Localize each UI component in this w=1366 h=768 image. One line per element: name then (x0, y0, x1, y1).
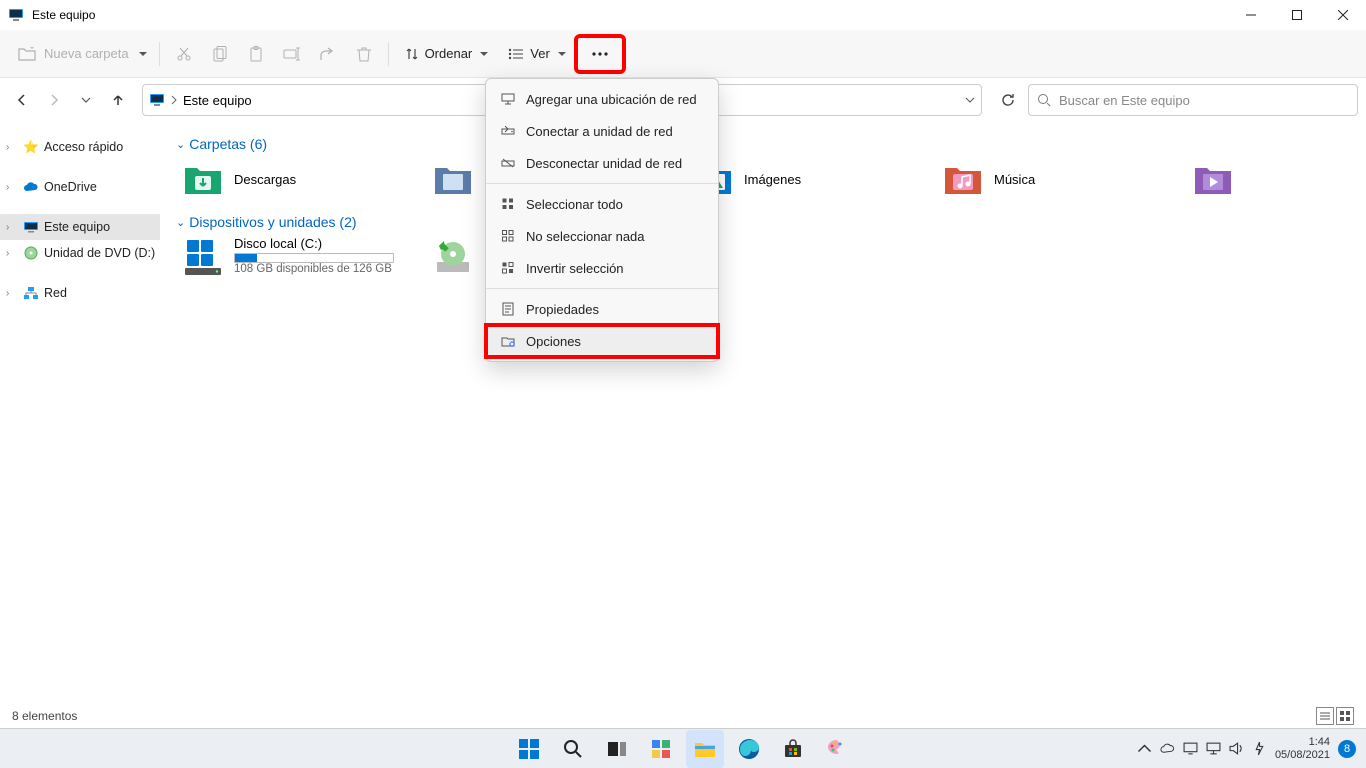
taskbar-search[interactable] (554, 730, 592, 768)
menu-select-none[interactable]: No seleccionar nada (486, 220, 718, 252)
folder-downloads[interactable]: Descargas (182, 158, 422, 200)
menu-properties[interactable]: Propiedades (486, 293, 718, 325)
up-button[interactable] (104, 86, 132, 114)
menu-select-all[interactable]: Seleccionar todo (486, 188, 718, 220)
view-label: Ver (530, 46, 550, 61)
menu-invert-selection[interactable]: Invertir selección (486, 252, 718, 284)
sidebar-item-onedrive[interactable]: ›OneDrive (0, 174, 160, 200)
taskbar-store[interactable] (774, 730, 812, 768)
menu-disconnect-network-drive[interactable]: Desconectar unidad de red (486, 147, 718, 179)
tray-onedrive-icon[interactable] (1160, 741, 1175, 756)
close-button[interactable] (1320, 0, 1366, 30)
drive-dvd-hidden[interactable] (432, 236, 482, 278)
drive-network-icon (500, 123, 516, 139)
status-item-count: 8 elementos (12, 709, 77, 723)
system-tray: 1:44 05/08/2021 8 (1137, 736, 1366, 761)
more-button[interactable] (576, 36, 624, 72)
sidebar-item-thispc[interactable]: ›Este equipo (0, 214, 160, 240)
dvd-drive-icon (432, 236, 474, 278)
forward-button[interactable] (40, 86, 68, 114)
monitor-icon (22, 221, 40, 233)
folder-music[interactable]: Música (942, 158, 1182, 200)
select-all-icon (500, 196, 516, 212)
thispc-icon (8, 7, 24, 23)
section-devices[interactable]: ⌄Dispositivos y unidades (2) (176, 214, 1350, 230)
select-none-icon (500, 228, 516, 244)
menu-connect-network-drive[interactable]: Conectar a unidad de red (486, 115, 718, 147)
new-folder-label: Nueva carpeta (44, 46, 129, 61)
sidebar-item-dvd[interactable]: ›Unidad de DVD (D:) (0, 240, 160, 266)
tray-power-icon[interactable] (1252, 741, 1267, 756)
folder-pictures[interactable]: Imágenes (692, 158, 932, 200)
videos-icon (1192, 158, 1234, 200)
sidebar: ›⭐Acceso rápido ›OneDrive ›Este equipo ›… (0, 122, 160, 704)
drive-icon (182, 236, 224, 278)
more-menu: Agregar una ubicación de red Conectar a … (485, 78, 719, 362)
toolbar: Nueva carpeta Ordenar Ver (0, 30, 1366, 78)
view-tiles-button[interactable] (1336, 707, 1354, 725)
rename-button[interactable] (274, 36, 310, 72)
invert-selection-icon (500, 260, 516, 276)
sidebar-item-quick[interactable]: ›⭐Acceso rápido (0, 134, 160, 160)
star-icon: ⭐ (22, 140, 40, 155)
taskbar-taskview[interactable] (598, 730, 636, 768)
downloads-icon (182, 158, 224, 200)
documents-icon (432, 158, 474, 200)
folder-videos-hidden[interactable] (1192, 158, 1242, 200)
refresh-button[interactable] (992, 84, 1024, 116)
taskbar-edge[interactable] (730, 730, 768, 768)
taskbar-explorer[interactable] (686, 730, 724, 768)
section-folders[interactable]: ⌄Carpetas (6) (176, 136, 1350, 152)
drive-disconnect-icon (500, 155, 516, 171)
options-icon (500, 333, 516, 349)
tray-language-icon[interactable] (1183, 741, 1198, 756)
recent-button[interactable] (72, 86, 100, 114)
thispc-icon (149, 93, 165, 107)
search-placeholder: Buscar en Este equipo (1059, 93, 1190, 108)
back-button[interactable] (8, 86, 36, 114)
copy-button[interactable] (202, 36, 238, 72)
sidebar-item-network[interactable]: ›Red (0, 280, 160, 306)
taskbar-widgets[interactable] (642, 730, 680, 768)
disc-icon (22, 246, 40, 260)
tray-network-icon[interactable] (1206, 741, 1221, 756)
status-bar: 8 elementos (0, 704, 1366, 728)
drive-c-usage-bar (234, 253, 394, 263)
monitor-network-icon (500, 91, 516, 107)
content-pane: ⌄Carpetas (6) Descargas Escritorio Imáge… (160, 122, 1366, 704)
menu-add-network-location[interactable]: Agregar una ubicación de red (486, 83, 718, 115)
taskbar-paint[interactable] (818, 730, 856, 768)
new-folder-button[interactable]: Nueva carpeta (12, 36, 153, 72)
view-details-button[interactable] (1316, 707, 1334, 725)
properties-icon (500, 301, 516, 317)
tray-volume-icon[interactable] (1229, 741, 1244, 756)
sort-label: Ordenar (425, 46, 473, 61)
tray-chevron-icon[interactable] (1137, 741, 1152, 756)
tray-notifications-badge[interactable]: 8 (1338, 740, 1356, 758)
address-dropdown-icon[interactable] (965, 97, 975, 103)
delete-button[interactable] (346, 36, 382, 72)
taskbar: 1:44 05/08/2021 8 (0, 728, 1366, 768)
search-icon (1037, 93, 1051, 107)
search-box[interactable]: Buscar en Este equipo (1028, 84, 1358, 116)
sort-button[interactable]: Ordenar (395, 36, 499, 72)
paste-button[interactable] (238, 36, 274, 72)
view-button[interactable]: Ver (498, 36, 576, 72)
folder-documents-hidden[interactable] (432, 158, 482, 200)
tray-clock[interactable]: 1:44 05/08/2021 (1275, 736, 1330, 761)
cloud-icon (22, 182, 40, 192)
address-segment[interactable]: Este equipo (183, 93, 252, 108)
drive-c[interactable]: Disco local (C:) 108 GB disponibles de 1… (182, 236, 422, 278)
minimize-button[interactable] (1228, 0, 1274, 30)
maximize-button[interactable] (1274, 0, 1320, 30)
music-icon (942, 158, 984, 200)
titlebar: Este equipo (0, 0, 1366, 30)
window-title: Este equipo (32, 8, 95, 22)
menu-options[interactable]: Opciones (486, 325, 718, 357)
network-icon (22, 287, 40, 299)
share-button[interactable] (310, 36, 346, 72)
cut-button[interactable] (166, 36, 202, 72)
taskbar-start[interactable] (510, 730, 548, 768)
